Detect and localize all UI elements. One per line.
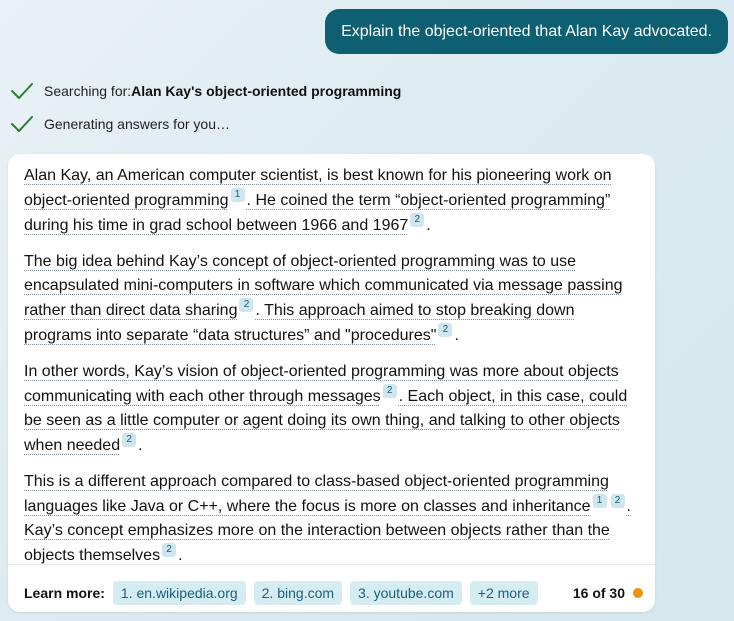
answer-sentence[interactable]: This is a different approach compared to… (24, 473, 609, 515)
answer-card: Alan Kay, an American computer scientist… (8, 154, 655, 612)
status-searching: Searching for: Alan Kay's object-oriente… (10, 81, 401, 101)
source-link-youtube[interactable]: 3. youtube.com (350, 581, 462, 605)
answer-paragraph-3: In other words, Kay’s vision of object-o… (24, 360, 634, 458)
turn-counter-text: 16 of 30 (572, 585, 625, 601)
more-sources-button[interactable]: +2 more (469, 581, 538, 605)
source-link-wikipedia[interactable]: 1. en.wikipedia.org (112, 581, 246, 605)
citation-badge[interactable]: 2 (610, 494, 625, 508)
citation-badge[interactable]: 2 (382, 384, 397, 398)
learn-more-divider (8, 564, 655, 565)
check-icon (11, 116, 33, 132)
citation-badge[interactable]: 1 (592, 494, 607, 508)
answer-body: Alan Kay, an American computer scientist… (24, 164, 634, 568)
learn-more-label: Learn more: (24, 585, 105, 601)
generating-text: Generating answers for you… (44, 116, 230, 132)
turn-counter: 16 of 30 (573, 580, 643, 606)
searching-prefix: Searching for: (44, 83, 132, 99)
period: . (454, 327, 459, 344)
answer-paragraph-1: Alan Kay, an American computer scientist… (24, 164, 634, 238)
answer-paragraph-4: This is a different approach compared to… (24, 470, 634, 568)
status-generating: Generating answers for you… (10, 114, 230, 134)
period: . (138, 437, 143, 454)
period: . (426, 217, 431, 234)
user-message-text: Explain the object-oriented that Alan Ka… (341, 22, 712, 40)
citation-badge[interactable]: 2 (438, 323, 453, 337)
check-icon (11, 83, 33, 99)
status-dot (633, 588, 643, 598)
citation-badge[interactable]: 2 (410, 213, 425, 227)
user-message-bubble: Explain the object-oriented that Alan Ka… (325, 9, 728, 54)
learn-more-bar: Learn more: 1. en.wikipedia.org 2. bing.… (24, 580, 546, 606)
citation-badge[interactable]: 2 (239, 298, 254, 312)
period: . (178, 547, 183, 564)
searching-query: Alan Kay's object-oriented programming (131, 83, 402, 99)
citation-badge[interactable]: 1 (230, 188, 245, 202)
citation-badge[interactable]: 2 (122, 433, 137, 447)
answer-paragraph-2: The big idea behind Kay’s concept of obj… (24, 250, 634, 348)
citation-badge[interactable]: 2 (162, 543, 177, 557)
source-link-bing[interactable]: 2. bing.com (253, 581, 343, 605)
